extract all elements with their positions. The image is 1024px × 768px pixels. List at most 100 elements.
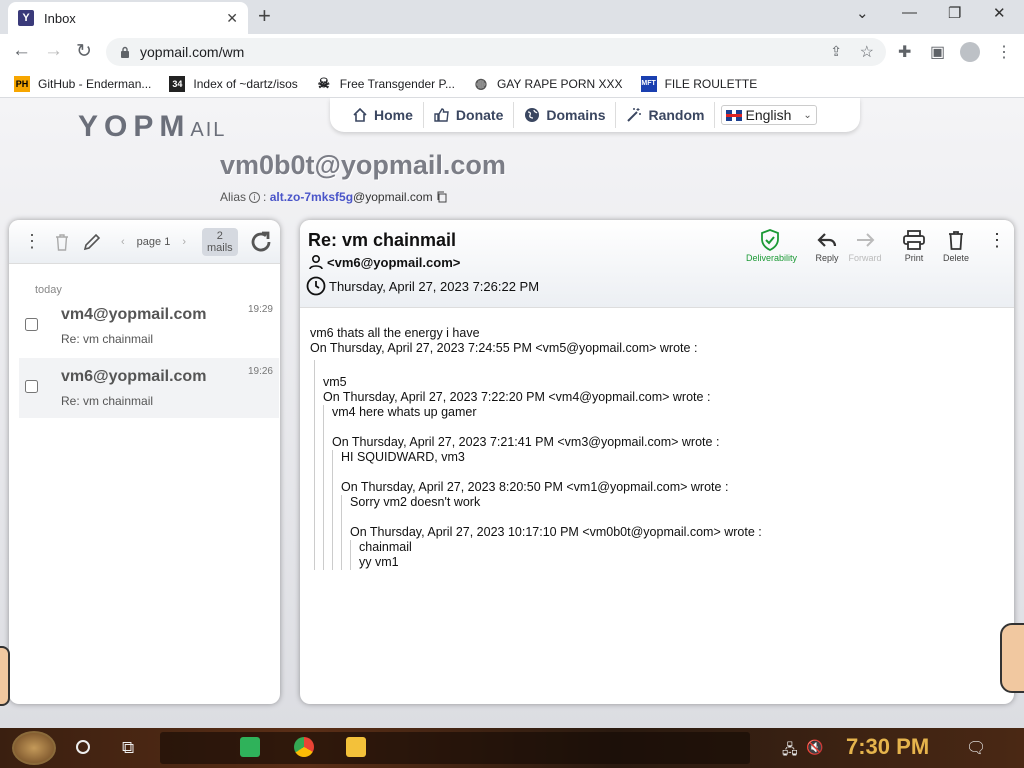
trash-icon [949,231,963,250]
volume-muted-icon[interactable]: 🔇 [806,739,823,756]
bookmark-github[interactable]: PH GitHub - Enderman... [14,75,151,92]
printer-icon [903,230,925,250]
inbox-panel: ⋮ ‹ page 1 › 2 mails today vm4@yopmail.c… [9,220,280,704]
language-select[interactable]: English ⌄ [721,105,817,125]
bookmark-file-roulette[interactable]: MFT FILE ROULETTE [640,75,758,92]
minimize-icon[interactable]: — [902,4,917,21]
menu-kebab-icon[interactable]: ⋮ [996,42,1012,62]
quote-level-4: Sorry vm2 doesn't work On Thursday, Apri… [341,495,1000,570]
side-panel-icon[interactable]: ▣ [930,42,945,62]
print-label: Print [904,253,924,263]
next-page-icon[interactable]: › [182,236,186,248]
close-tab-icon[interactable]: ✕ [226,10,238,27]
mail-time: 19:26 [247,366,273,377]
mail-list-item[interactable]: vm4@yopmail.com Re: vm chainmail 19:29 [19,296,279,356]
alias-value[interactable]: alt.zo-7mksf5g [270,190,353,204]
info-icon[interactable]: i [249,191,261,203]
bookmark-gay[interactable]: ◍ GAY RAPE PORN XXX [473,75,623,92]
sender-address: <vm6@yopmail.com> [327,254,461,270]
chevron-down-icon: ⌄ [803,109,812,121]
forward-button[interactable]: Forward [841,230,889,263]
tab-search-chevron-icon[interactable]: ⌄ [856,4,869,22]
mail-select-checkbox[interactable] [25,318,38,331]
start-button[interactable] [12,731,56,765]
message-body: vm6 thats all the energy i have On Thurs… [310,326,1000,570]
compose-pencil-icon[interactable] [83,233,101,251]
taskbar-clock[interactable]: 7:30 PM [846,734,929,760]
body-line: vm4 here whats up gamer [332,405,477,419]
trash-icon[interactable] [55,233,69,251]
chrome-app-icon[interactable] [294,737,314,757]
shield-check-icon [761,229,779,251]
top-navigation: Home Donate Domains Random English ⌄ [330,98,860,132]
alias-colon: : [263,190,270,204]
extensions-icon[interactable]: ✚ [898,42,911,62]
mail-list-item-selected[interactable]: vm6@yopmail.com Re: vm chainmail 19:26 [19,358,279,418]
quote-level-3: HI SQUIDWARD, vm3 On Thursday, April 27,… [332,450,1000,570]
yopmail-logo[interactable]: YOPMAIL [78,110,226,144]
address-bar[interactable]: yopmail.com/wm ⇪ ☆ [106,38,886,66]
date-group-label: today [35,284,62,296]
logo-text: YOPM [78,110,191,143]
nav-home-label: Home [374,107,413,123]
deliverability-button[interactable]: Deliverability [746,229,798,263]
body-line: On Thursday, April 27, 2023 7:24:55 PM <… [310,341,698,355]
yopmail-page: YOPMAIL Home Donate Domains Random Engli… [0,98,1024,728]
profile-avatar[interactable] [960,42,980,62]
lock-icon [121,46,129,58]
reply-arrow-icon [817,233,837,247]
taskbar: ⧉ 🖧 🔇 7:30 PM 🗨 [0,728,1024,768]
alias-line: Alias i : alt.zo-7mksf5g @yopmail.com [220,190,448,204]
pager: ‹ page 1 › [115,236,192,248]
deliverability-label: Deliverability [746,253,798,263]
mail-count-badge: 2 mails [202,227,238,256]
restore-icon[interactable]: ❐ [948,4,961,22]
bookmark-label: FILE ROULETTE [664,76,758,91]
nav-random-label: Random [648,107,705,123]
bookmark-star-icon[interactable]: ☆ [860,42,874,62]
nav-donate[interactable]: Donate [424,102,515,128]
alias-label: Alias [220,190,247,204]
nav-random[interactable]: Random [616,102,716,128]
date-text: Thursday, April 27, 2023 7:26:22 PM [329,278,540,294]
bookmark-dartz-isos[interactable]: 34 Index of ~dartz/isos [169,75,298,92]
file-explorer-icon[interactable] [346,737,366,757]
globe-icon: ◍ [474,75,488,91]
nav-domains[interactable]: Domains [514,102,617,128]
inbox-menu-kebab-icon[interactable]: ⋮ [23,231,41,252]
mail-subject: Re: vm chainmail [61,394,154,408]
close-window-icon[interactable]: ✕ [993,4,1006,22]
task-view-icon[interactable]: ⧉ [122,738,134,758]
body-line: vm5 [323,375,347,389]
mail-select-checkbox[interactable] [25,380,38,393]
sheets-app-icon[interactable] [240,737,260,757]
print-button[interactable]: Print [890,230,938,263]
network-icon[interactable]: 🖧 [782,739,798,763]
message-reader: Re: vm chainmail <vm6@yopmail.com> Thurs… [300,220,1014,704]
tab-strip: Y Inbox ✕ + ⌄ — ❐ ✕ [0,0,1024,34]
back-icon[interactable]: ← [12,40,31,62]
nav-donate-label: Donate [455,107,504,123]
message-subject: Re: vm chainmail [308,230,457,250]
mail-count-number: 2 [216,229,223,242]
forward-icon[interactable]: → [44,40,63,62]
nav-home[interactable]: Home [342,102,424,128]
person-icon [309,254,323,270]
mail-sender: vm4@yopmail.com [61,306,207,323]
reload-icon[interactable]: ↻ [76,40,92,63]
share-icon[interactable]: ⇪ [830,43,842,60]
delete-button[interactable]: Delete [932,230,980,263]
previous-page-icon[interactable]: ‹ [121,236,125,248]
search-circle-icon[interactable] [76,740,90,754]
new-tab-icon[interactable]: + [258,5,271,27]
refresh-icon[interactable] [248,229,274,255]
bookmarks-bar: PH GitHub - Enderman... 34 Index of ~dar… [0,70,1024,98]
alias-domain: @yopmail.com [353,190,433,204]
notifications-icon[interactable]: 🗨 [966,738,986,758]
nav-domains-label: Domains [546,107,606,123]
bookmark-free-transgender[interactable]: ☠ Free Transgender P... [316,75,455,92]
message-menu-kebab-icon[interactable]: ⋮ [988,230,1006,251]
tab-inbox[interactable]: Y Inbox ✕ [8,2,248,34]
mail-time: 19:29 [247,304,273,315]
copy-icon[interactable] [436,191,448,203]
